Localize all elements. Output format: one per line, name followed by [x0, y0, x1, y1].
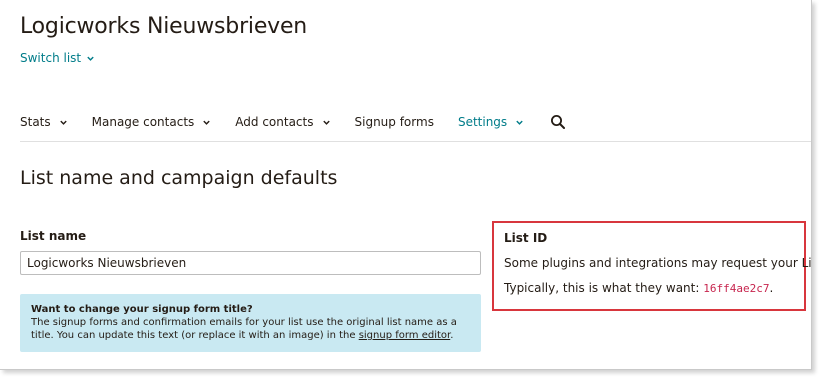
- search-icon[interactable]: [550, 114, 566, 130]
- nav-item-settings[interactable]: Settings: [458, 115, 524, 129]
- nav-item-label: Add contacts: [235, 115, 314, 129]
- nav-item-label: Settings: [457, 115, 508, 129]
- list-id-title: List ID: [504, 231, 548, 245]
- info-text-end: .: [450, 330, 454, 341]
- chevron-down-icon: [59, 118, 68, 127]
- signup-title-info-box: Want to change your signup form title? T…: [20, 294, 481, 352]
- nav-item-label: Signup forms: [354, 115, 434, 129]
- app-window: Logicworks Nieuwsbrieven Switch list Sta…: [0, 0, 812, 370]
- signup-form-editor-link[interactable]: signup form editor: [359, 330, 451, 341]
- list-id-prefix: Typically, this is what they want:: [504, 281, 704, 295]
- page-title: Logicworks Nieuwsbrieven: [20, 14, 308, 39]
- list-id-value: 16ff4ae2c7: [703, 282, 770, 295]
- nav-item-signup-forms[interactable]: Signup forms: [355, 115, 434, 129]
- switch-list-label: Switch list: [20, 51, 82, 65]
- list-id-suffix: .: [769, 281, 774, 295]
- chevron-down-icon: [322, 118, 331, 127]
- chevron-down-icon: [202, 118, 211, 127]
- nav-divider: [20, 141, 811, 142]
- list-name-label: List name: [20, 229, 87, 243]
- list-id-value-line: Typically, this is what they want: 16ff4…: [504, 281, 794, 295]
- nav-item-label: Stats: [20, 115, 51, 129]
- nav-item-add-contacts[interactable]: Add contacts: [235, 115, 330, 129]
- nav-item-manage-contacts[interactable]: Manage contacts: [92, 115, 212, 129]
- section-title: List name and campaign defaults: [20, 167, 338, 189]
- list-id-description: Some plugins and integrations may reques…: [504, 256, 812, 270]
- list-id-panel: List ID Some plugins and integrations ma…: [492, 221, 812, 311]
- list-name-input[interactable]: [20, 251, 481, 275]
- info-text: The signup forms and confirmation emails…: [31, 316, 470, 342]
- nav-item-label: Manage contacts: [91, 115, 195, 129]
- switch-list-dropdown[interactable]: Switch list: [20, 51, 95, 65]
- main-nav: Stats Manage contacts Add contacts Signu…: [20, 114, 566, 130]
- nav-item-stats[interactable]: Stats: [20, 115, 68, 129]
- chevron-down-icon: [515, 118, 524, 127]
- chevron-down-icon: [86, 54, 95, 63]
- info-title: Want to change your signup form title?: [31, 304, 253, 315]
